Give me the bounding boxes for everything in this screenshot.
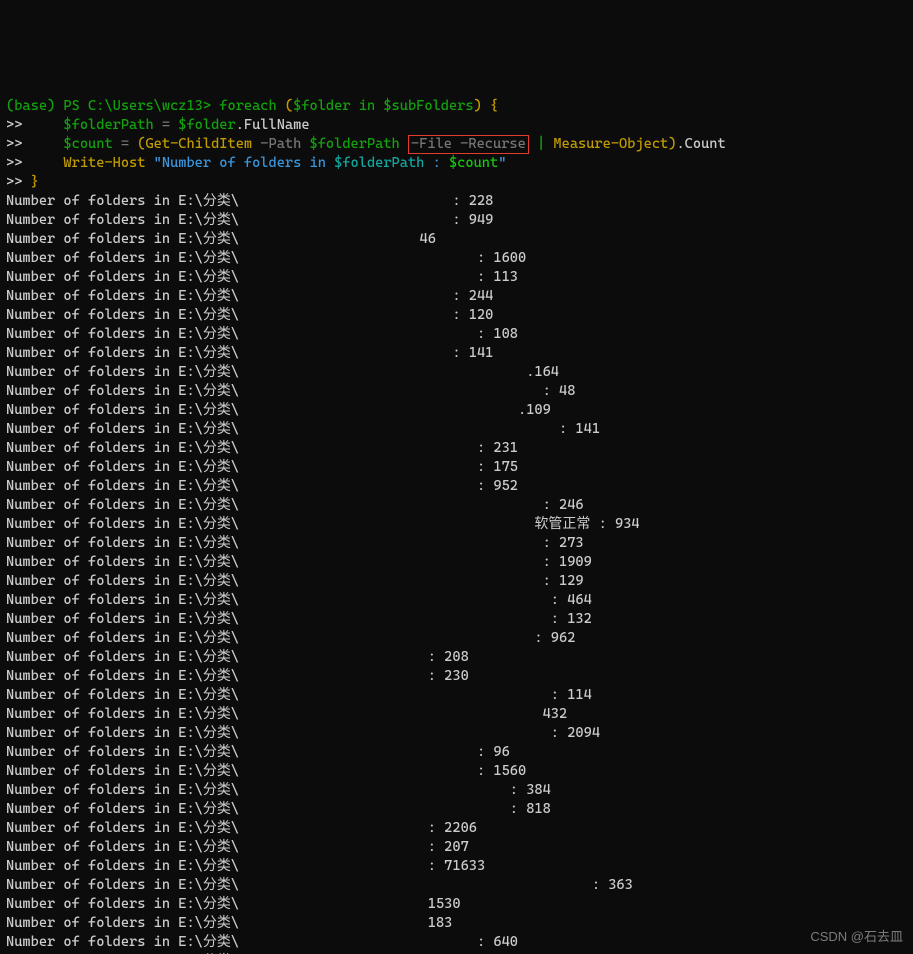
paren-close: ) [474, 98, 482, 114]
var-count: $count [63, 136, 112, 152]
var-folder: $folder [293, 98, 350, 114]
prompt-env: (base) [6, 98, 55, 114]
var-subfolders: $subFolders [383, 98, 473, 114]
cont-prompt: >> [6, 155, 22, 171]
var-folderpath2: $folderPath [310, 136, 400, 152]
output-line: Number of folders in E:\分类\·············… [6, 459, 518, 475]
output-line: Number of folders in E:\分类\·············… [6, 402, 551, 418]
output-line: Number of folders in E:\分类\·············… [6, 193, 493, 209]
cont-prompt: >> [6, 174, 22, 190]
output-line: Number of folders in E:\分类\·············… [6, 212, 493, 228]
output-line: Number of folders in E:\分类\·············… [6, 649, 469, 665]
str-var2: $count [449, 155, 498, 171]
output-line: Number of folders in E:\分类\·············… [6, 858, 485, 874]
output-line: Number of folders in E:\分类\·············… [6, 288, 493, 304]
paren-open: ( [285, 98, 293, 114]
op-pipe: | [537, 136, 545, 152]
op-eq2: = [121, 136, 129, 152]
output-line: Number of folders in E:\分类\·············… [6, 326, 518, 342]
prompt-line-3: >> $count = (Get-ChildItem -Path $folder… [6, 136, 726, 152]
output-line: Number of folders in E:\分类\·············… [6, 611, 592, 627]
output-line: Number of folders in E:\分类\·············… [6, 554, 592, 570]
output-line: Number of folders in E:\分类\·············… [6, 896, 461, 912]
output-line: Number of folders in E:\分类\·············… [6, 573, 584, 589]
output-line: Number of folders in E:\分类\·············… [6, 782, 551, 798]
str-q2: " [498, 155, 506, 171]
output-line: Number of folders in E:\分类\·············… [6, 668, 469, 684]
output-line: Number of folders in E:\分类\·············… [6, 915, 452, 931]
cmd-measure: Measure-Object [553, 136, 668, 152]
output-line: Number of folders in E:\分类\·············… [6, 839, 469, 855]
var-folder2: $folder [178, 117, 235, 133]
output-line: Number of folders in E:\分类\·············… [6, 535, 584, 551]
flag-file: -File [411, 136, 452, 152]
prompt-path: C:\Users\wcz13 [88, 98, 203, 114]
flag-path: -Path [260, 136, 301, 152]
prompt-line-2: >> $folderPath = $folder.FullName [6, 117, 310, 133]
prompt-line-1: (base) PS C:\Users\wcz13> foreach ($fold… [6, 98, 498, 114]
prompt-line-4: >> Write-Host "Number of folders in $fol… [6, 155, 506, 171]
brace-close: } [31, 174, 39, 190]
output-line: Number of folders in E:\分类\·············… [6, 345, 493, 361]
terminal-output[interactable]: (base) PS C:\Users\wcz13> foreach ($fold… [0, 95, 913, 954]
output-line: Number of folders in E:\分类\·············… [6, 231, 436, 247]
flag-recurse: -Recurse [460, 136, 526, 152]
output-line: Number of folders in E:\分类\·············… [6, 250, 526, 266]
output-line: Number of folders in E:\分类\·············… [6, 763, 526, 779]
output-line: Number of folders in E:\分类\·············… [6, 592, 592, 608]
output-line: Number of folders in E:\分类\·············… [6, 307, 493, 323]
op-dot: . [236, 117, 244, 133]
highlighted-flags: -File -Recurse [408, 135, 529, 154]
output-line: Number of folders in E:\分类\·············… [6, 478, 518, 494]
cont-prompt: >> [6, 117, 22, 133]
output-line: Number of folders in E:\分类\·············… [6, 364, 559, 380]
output-line: Number of folders in E:\分类\·············… [6, 934, 518, 950]
output-line: Number of folders in E:\分类\·············… [6, 630, 575, 646]
cmd-gci: Get-ChildItem [145, 136, 252, 152]
prompt-gt: > [203, 98, 211, 114]
str-var1: $folderPath [334, 155, 424, 171]
prompt-ps: PS [63, 98, 79, 114]
watermark: CSDN @石去皿 [810, 927, 903, 946]
output-line: Number of folders in E:\分类\·············… [6, 801, 551, 817]
op-eq: = [162, 117, 170, 133]
op-dot2: . [676, 136, 684, 152]
str-q1: " [154, 155, 162, 171]
brace-open: { [490, 98, 498, 114]
str-a: Number of folders in [162, 155, 326, 171]
output-line: Number of folders in E:\分类\·············… [6, 820, 477, 836]
kw-in: in [359, 98, 375, 114]
output-line: Number of folders in E:\分类\·············… [6, 706, 567, 722]
str-colon: : [433, 155, 441, 171]
output-line: Number of folders in E:\分类\·············… [6, 725, 600, 741]
output-line: Number of folders in E:\分类\·············… [6, 383, 575, 399]
output-line: Number of folders in E:\分类\·············… [6, 877, 633, 893]
output-line: Number of folders in E:\分类\·············… [6, 744, 510, 760]
output-line: Number of folders in E:\分类\·············… [6, 269, 518, 285]
kw-foreach: foreach [219, 98, 276, 114]
output-line: Number of folders in E:\分类\·············… [6, 953, 526, 954]
output-rows: Number of folders in E:\分类\·············… [6, 192, 907, 954]
output-line: Number of folders in E:\分类\·············… [6, 516, 640, 532]
cmd-writehost: Write-Host [63, 155, 145, 171]
prompt-line-5: >> } [6, 174, 39, 190]
prop-count: Count [685, 136, 726, 152]
output-line: Number of folders in E:\分类\·············… [6, 421, 600, 437]
output-line: Number of folders in E:\分类\·············… [6, 440, 518, 456]
cont-prompt: >> [6, 136, 22, 152]
prop-fullname: FullName [244, 117, 310, 133]
output-line: Number of folders in E:\分类\·············… [6, 497, 584, 513]
output-line: Number of folders in E:\分类\·············… [6, 687, 592, 703]
var-folderpath: $folderPath [63, 117, 153, 133]
